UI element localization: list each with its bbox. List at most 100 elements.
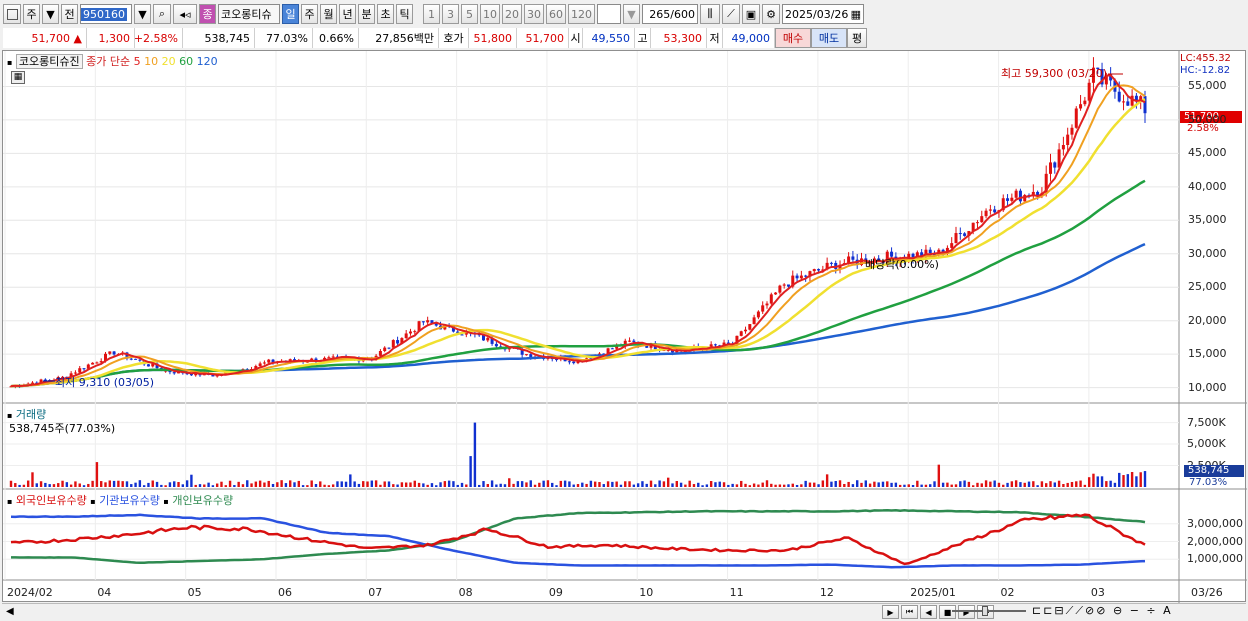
save-icon[interactable]: ▣ — [742, 4, 760, 24]
favorite-icon[interactable]: 종 — [199, 4, 216, 24]
volume-bar — [82, 485, 86, 487]
interval-1[interactable]: 1 — [423, 4, 440, 24]
volume-bar — [181, 484, 185, 487]
search-icon[interactable]: ⌕ — [153, 4, 171, 24]
volume-bar — [916, 480, 919, 487]
stock-code-input[interactable]: 950160 — [80, 4, 132, 24]
stop-icon[interactable]: ■ — [939, 605, 956, 619]
candle-body — [1014, 190, 1018, 198]
scroll-left-icon[interactable]: ◀ — [6, 606, 14, 617]
interval-20[interactable]: 20 — [502, 4, 522, 24]
volume-bar — [357, 483, 361, 487]
volume-bar — [117, 480, 120, 487]
rewind-icon[interactable]: ⏮ — [901, 605, 918, 619]
count-input[interactable]: 265/600 — [642, 4, 698, 24]
buy-button[interactable]: 매수 — [775, 28, 811, 48]
scroll-right-icon[interactable]: ▶ — [882, 605, 899, 619]
interval-3[interactable]: 3 — [442, 4, 459, 24]
candle-body — [331, 356, 335, 358]
volume-bar — [404, 482, 408, 487]
volume-bar — [1002, 484, 1005, 487]
volume-bar — [1014, 480, 1018, 487]
price-tick-label: 50,000 — [1188, 112, 1227, 126]
tab-week[interactable]: 주 — [301, 4, 318, 24]
candle-body — [769, 294, 773, 304]
candle-type-icon[interactable]: ⫼ — [700, 4, 720, 24]
volume-bar — [319, 481, 322, 487]
volume-bar — [649, 480, 653, 487]
tab-year[interactable]: 년 — [339, 4, 356, 24]
candle-body — [1070, 127, 1074, 135]
period-mode-button[interactable]: 전 — [61, 4, 78, 24]
gear-icon[interactable]: ⚙ — [762, 4, 780, 24]
legend-ma-5: 5 — [133, 55, 141, 68]
volume-bar — [379, 484, 382, 487]
candle-body — [112, 351, 116, 355]
calendar-icon[interactable]: ▦ — [851, 8, 861, 21]
play-icon[interactable]: ▶ — [958, 605, 975, 619]
volume-bar — [297, 480, 300, 487]
ma10-line — [10, 84, 1146, 388]
candle-body — [378, 351, 382, 356]
tab-minute[interactable]: 분 — [358, 4, 375, 24]
layout-icon[interactable] — [3, 4, 21, 24]
candle-body — [1083, 100, 1087, 105]
grid-toggle-icon[interactable]: ▦ — [11, 71, 25, 84]
custom-interval-dropdown-icon[interactable]: ▼ — [623, 4, 640, 24]
tab-second[interactable]: 초 — [377, 4, 394, 24]
candle-body — [950, 243, 954, 248]
volume-bar — [542, 480, 545, 487]
volume-bar — [825, 474, 829, 487]
volume-bar — [1083, 484, 1087, 487]
volume-bar — [69, 484, 73, 487]
price-tick-label: 45,000 — [1188, 146, 1227, 160]
interval-5[interactable]: 5 — [461, 4, 478, 24]
interval-120[interactable]: 120 — [568, 4, 595, 24]
volume-bar — [722, 482, 726, 487]
volume-bar — [400, 482, 404, 487]
sell-button[interactable]: 매도 — [811, 28, 847, 48]
volume-bar — [331, 484, 335, 487]
volume-bar — [847, 481, 850, 487]
volume-bar — [207, 482, 210, 487]
candle-body — [744, 329, 748, 332]
tab-month[interactable]: 월 — [320, 4, 337, 24]
x-axis-label: 02 — [1000, 586, 1015, 599]
candle-body — [713, 344, 717, 346]
top-toolbar: 주 ▼ 전 950160 ▼ ⌕ ◂◃ 종 코오롱티슈 일 주 월 년 분 초 … — [0, 2, 1248, 26]
volume-bar — [310, 480, 313, 487]
volume-bar — [667, 477, 670, 487]
drawing-tools[interactable]: ⊏⊏⊟⟋⟋⊘⊘ ⊖ − ÷ A — [1032, 604, 1173, 618]
volume-bar — [787, 484, 790, 487]
volume-bar — [203, 484, 206, 487]
candle-body — [748, 324, 752, 330]
volume-bar — [744, 483, 747, 487]
market-type-select[interactable]: 주 — [23, 4, 40, 24]
chart-canvas — [3, 51, 1247, 603]
interval-30[interactable]: 30 — [524, 4, 544, 24]
volume-bar — [447, 480, 451, 487]
date-input[interactable]: 2025/03/26 ▦ — [782, 4, 864, 24]
market-type-dropdown-icon[interactable]: ▼ — [42, 4, 59, 24]
volume-bar — [503, 484, 507, 487]
tab-day[interactable]: 일 — [282, 4, 299, 24]
horizontal-scrollbar[interactable]: ◀ ▶ ⏮ ◀ ■ ▶ ⏭ ⊏⊏⊟⟋⟋⊘⊘ ⊖ − ÷ A — [2, 603, 1246, 619]
volume-bar — [198, 484, 202, 487]
volume-bar — [967, 481, 971, 487]
tab-tick[interactable]: 틱 — [396, 4, 413, 24]
volume-bar — [679, 482, 683, 487]
line-chart-icon[interactable]: ⟋ — [722, 4, 740, 24]
volume-bar — [903, 484, 906, 487]
code-dropdown-icon[interactable]: ▼ — [134, 4, 151, 24]
speaker-icon[interactable]: ◂◃ — [173, 4, 197, 24]
custom-interval-input[interactable] — [597, 4, 621, 24]
interval-10[interactable]: 10 — [480, 4, 500, 24]
zoom-slider-handle[interactable] — [982, 606, 988, 616]
play-back-icon[interactable]: ◀ — [920, 605, 937, 619]
chart-area[interactable]: ▪ 코오롱티슈진 종가 단순 5 10 20 60 120 ▦ 최고 59,30… — [2, 50, 1247, 603]
eval-button[interactable]: 평 — [847, 28, 867, 48]
candle-body — [954, 233, 958, 244]
zoom-slider[interactable] — [952, 610, 1026, 612]
interval-60[interactable]: 60 — [546, 4, 566, 24]
volume-bar — [314, 484, 318, 487]
